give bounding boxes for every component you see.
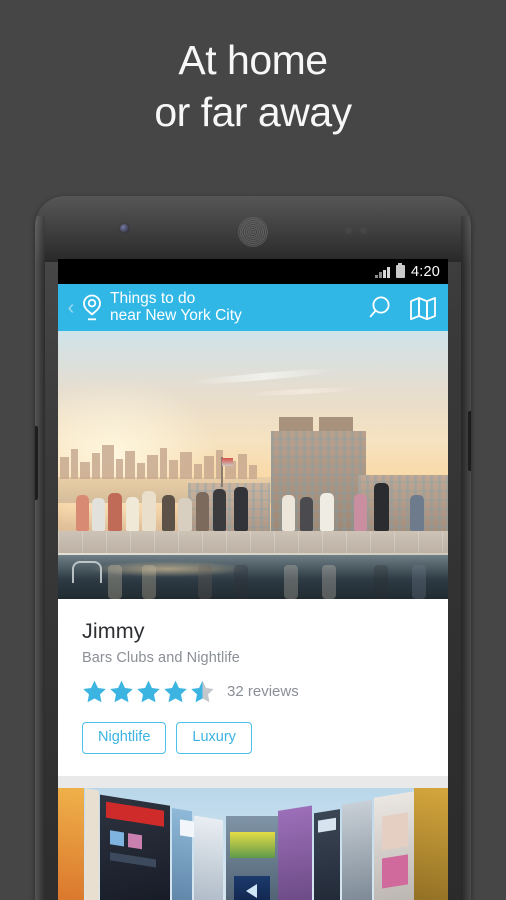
next-hero-arrow-sign [246, 883, 257, 898]
card-divider [58, 775, 448, 788]
listing-rating: 32 reviews [82, 679, 424, 704]
app-bar-title-line1: Things to do [110, 289, 196, 307]
hero-flag [221, 457, 230, 487]
battery-icon [395, 263, 405, 278]
signal-bars-icon [375, 266, 390, 278]
star-rating [82, 679, 215, 704]
star-icon [164, 680, 187, 703]
phone-left-edge [35, 216, 45, 900]
review-count: 32 reviews [227, 683, 299, 700]
star-icon [137, 680, 160, 703]
back-button[interactable]: ‹ [64, 298, 78, 318]
volume-rocker-button[interactable] [35, 426, 38, 500]
hero-building [358, 475, 448, 537]
front-camera-icon [120, 224, 129, 233]
listing-category: Bars Clubs and Nightlife [82, 650, 240, 666]
star-icon [110, 680, 133, 703]
map-icon[interactable] [408, 293, 438, 323]
listing-hero-image [58, 331, 448, 599]
promo-headline: At home or far away [0, 34, 506, 138]
search-icon[interactable] [368, 293, 398, 323]
earpiece-speaker-icon [238, 217, 268, 247]
listing-card-next[interactable] [58, 787, 448, 900]
app-bar: ‹ Things to do near New York City [58, 284, 448, 331]
power-button[interactable] [468, 411, 471, 471]
app-bar-title-line2: near New York City [110, 307, 242, 324]
tag-chip-luxury[interactable]: Luxury [176, 722, 252, 754]
promo-headline-line1: At home [178, 37, 328, 83]
tag-chip-nightlife[interactable]: Nightlife [82, 722, 167, 754]
map-pin-icon [80, 293, 104, 323]
listing-tags: Nightlife Luxury [82, 722, 424, 754]
phone-right-edge [461, 216, 471, 900]
hero-pool-ladder [72, 561, 102, 583]
hero-pool [58, 555, 448, 599]
listing-details: Jimmy Bars Clubs and Nightlife 32 review… [58, 599, 448, 776]
phone-screen: 4:20 ‹ Things to do near New York City J… [58, 259, 448, 900]
next-hero-billboard [230, 831, 275, 858]
app-bar-title: Things to do near New York City [110, 290, 358, 326]
phone-device: 4:20 ‹ Things to do near New York City J… [35, 196, 471, 900]
star-half-icon [191, 680, 214, 703]
status-bar: 4:20 [58, 259, 448, 284]
listing-card[interactable]: Jimmy Bars Clubs and Nightlife 32 review… [58, 331, 448, 776]
star-icon [83, 680, 106, 703]
promo-headline-line2: or far away [154, 89, 352, 135]
listing-feed[interactable]: Jimmy Bars Clubs and Nightlife 32 review… [58, 331, 448, 900]
light-sensor-icon [360, 227, 367, 234]
listing-name: Jimmy [82, 619, 145, 643]
hero-distant-skyline [58, 437, 268, 479]
proximity-sensor-icon [345, 227, 352, 234]
status-bar-clock: 4:20 [410, 263, 440, 280]
